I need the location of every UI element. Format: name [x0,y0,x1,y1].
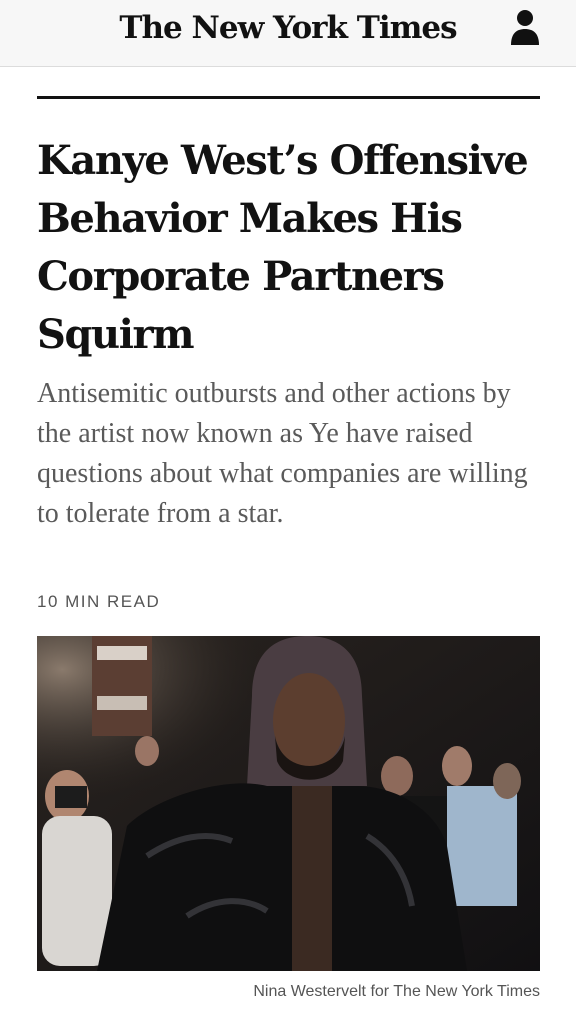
article-photo[interactable] [37,636,540,971]
article-summary: Antisemitic outbursts and other actions … [37,378,528,529]
person-icon[interactable] [508,8,542,46]
article-headline: Kanye West’s Offensive Behavior Makes Hi… [37,137,529,358]
section-rule [37,96,540,99]
read-time: 10 MIN READ [37,592,161,611]
top-bar: The New York Times [0,0,576,67]
photo-credit: Nina Westervelt for The New York Times [253,983,540,1000]
nyt-logo[interactable]: The New York Times [0,10,576,46]
